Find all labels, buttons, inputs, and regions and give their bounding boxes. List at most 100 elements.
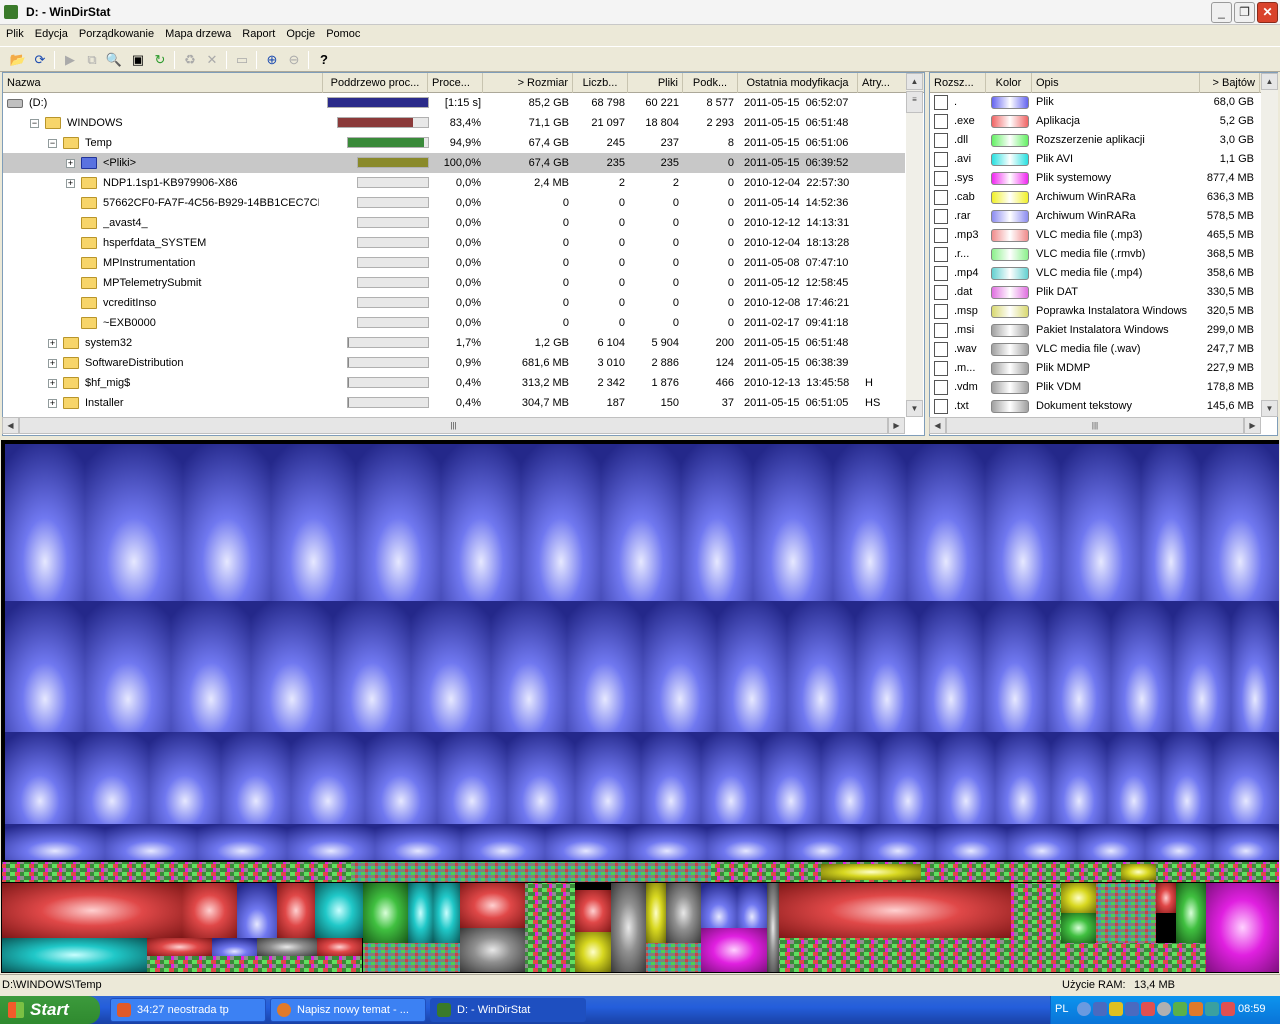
treemap-tile[interactable] bbox=[441, 444, 521, 601]
network-error-icon[interactable] bbox=[1141, 1002, 1155, 1016]
treemap[interactable] bbox=[1, 440, 1279, 973]
tree-row[interactable]: + $hf_mig$ 0,4% 313,2 MB 2 342 1 876 466 2010-1… bbox=[3, 373, 905, 393]
treemap-tile[interactable] bbox=[1107, 732, 1161, 824]
extension-row[interactable]: .wav VLC media file (.wav) 247,7 MB bbox=[930, 340, 1262, 359]
start-button[interactable]: Start bbox=[0, 996, 100, 1024]
treemap-msi-block-4[interactable] bbox=[666, 883, 701, 943]
refresh-all-icon[interactable]: ⟳ bbox=[30, 50, 50, 70]
treemap-tile[interactable] bbox=[1145, 824, 1213, 860]
treemap-tile[interactable] bbox=[833, 444, 907, 601]
treemap-tile[interactable] bbox=[1051, 732, 1107, 824]
col-subtree-header[interactable]: Poddrzewo proc... bbox=[323, 73, 428, 93]
explore-icon[interactable]: 🔍 bbox=[104, 50, 124, 70]
treemap-tile[interactable] bbox=[507, 732, 575, 824]
treemap-tile[interactable] bbox=[271, 444, 356, 601]
treemap-tile[interactable] bbox=[627, 824, 707, 860]
treemap-tile[interactable] bbox=[785, 824, 861, 860]
treemap-tile[interactable] bbox=[75, 732, 149, 824]
treemap-cab-block-1[interactable] bbox=[821, 864, 921, 880]
treemap-msi-block-3[interactable] bbox=[611, 883, 646, 972]
extension-row[interactable]: .msp Poprawka Instalatora Windows 320,5 MB bbox=[930, 302, 1262, 321]
treemap-mixed-6[interactable] bbox=[1011, 883, 1061, 943]
treemap-tile[interactable] bbox=[1111, 601, 1173, 732]
treemap-tile[interactable] bbox=[461, 824, 545, 860]
treemap-mixed-5[interactable] bbox=[779, 938, 1011, 972]
treemap-mixed-2[interactable] bbox=[363, 943, 460, 972]
treemap-tile[interactable] bbox=[5, 444, 85, 601]
extension-row[interactable]: .rar Archiwum WinRARa 578,5 MB bbox=[930, 207, 1262, 226]
treemap-tile[interactable] bbox=[291, 732, 365, 824]
col-subdirs-header[interactable]: Podk... bbox=[683, 73, 738, 93]
treemap-tile[interactable] bbox=[753, 444, 833, 601]
treemap-msi-block-5[interactable] bbox=[767, 883, 779, 972]
col-bytes-header[interactable]: > Bajtów bbox=[1200, 73, 1260, 93]
ext-vertical-scrollbar[interactable]: ▲ ▼ bbox=[1261, 73, 1278, 417]
extension-row[interactable]: .m... Plik MDMP 227,9 MB bbox=[930, 359, 1262, 378]
col-desc-header[interactable]: Opis bbox=[1032, 73, 1200, 93]
treemap-tile[interactable] bbox=[521, 444, 601, 601]
tree-horizontal-scrollbar[interactable]: ◀ ||| ▶ bbox=[2, 417, 905, 434]
treemap-tile[interactable] bbox=[1173, 601, 1231, 732]
volume-icon[interactable] bbox=[1157, 1002, 1171, 1016]
maximize-button[interactable]: ❐ bbox=[1234, 2, 1255, 23]
treemap-rar-block-2[interactable] bbox=[737, 883, 767, 928]
treemap-cab-block-4[interactable] bbox=[646, 883, 666, 943]
close-button[interactable]: ✕ bbox=[1257, 2, 1278, 23]
treemap-exe-block-4[interactable] bbox=[147, 938, 212, 956]
treemap-tile[interactable] bbox=[1141, 444, 1201, 601]
tree-row[interactable]: (D:) [1:15 s] 85,2 GB 68 798 60 221 8 577 2011… bbox=[3, 93, 905, 113]
col-name-header[interactable]: Nazwa bbox=[3, 73, 323, 93]
ext-scroll-down-icon[interactable]: ▼ bbox=[1261, 400, 1278, 417]
minimize-button[interactable]: _ bbox=[1211, 2, 1232, 23]
extension-row[interactable]: .r... VLC media file (.rmvb) 368,5 MB bbox=[930, 245, 1262, 264]
tree-row[interactable]: + <Pliki> 100,0% 67,4 GB 235 235 0 2011-05-15 0… bbox=[3, 153, 905, 173]
treemap-tile[interactable] bbox=[411, 601, 491, 732]
treemap-tile[interactable] bbox=[1231, 601, 1279, 732]
extension-row[interactable]: .txt Dokument tekstowy 145,6 MB bbox=[930, 397, 1262, 416]
shield-icon[interactable] bbox=[1109, 1002, 1123, 1016]
task-firefox[interactable]: Napisz nowy temat - ... bbox=[270, 998, 426, 1022]
treemap-tile[interactable] bbox=[787, 601, 855, 732]
treemap-mixed-8[interactable] bbox=[1011, 943, 1206, 972]
col-items-header[interactable]: Liczb... bbox=[573, 73, 628, 93]
tree-row[interactable]: − Temp 94,9% 67,4 GB 245 237 8 2011-05-15 06:51… bbox=[3, 133, 905, 153]
expand-icon[interactable]: + bbox=[48, 399, 57, 408]
treemap-cab-block-5[interactable] bbox=[1061, 883, 1096, 913]
treemap-exe-block-9[interactable] bbox=[1156, 883, 1176, 913]
treemap-tile[interactable] bbox=[197, 824, 287, 860]
treemap-mixed-1[interactable] bbox=[147, 956, 362, 972]
tree-row[interactable]: + NDP1.1sp1-KB979906-X86 0,0% 2,4 MB 2 2 0 2010… bbox=[3, 173, 905, 193]
zoom-out-icon[interactable]: ⊖ bbox=[284, 50, 304, 70]
treemap-dll-block-1[interactable] bbox=[363, 883, 408, 943]
tree-row[interactable]: 57662CF0-FA7F-4C56-B929-14BB1CEC7CF9-...… bbox=[3, 193, 905, 213]
ext-scroll-up-icon[interactable]: ▲ bbox=[1261, 73, 1278, 90]
treemap-tile[interactable] bbox=[171, 601, 251, 732]
treemap-tile[interactable] bbox=[1007, 824, 1077, 860]
tree-vertical-scrollbar[interactable]: ▲ ≡ ▼ bbox=[906, 73, 923, 417]
treemap-tile[interactable] bbox=[641, 732, 701, 824]
security-alert-icon[interactable] bbox=[1221, 1002, 1235, 1016]
treemap-exe-block-1[interactable] bbox=[2, 883, 182, 938]
new-folder-icon[interactable]: ▭ bbox=[232, 50, 252, 70]
treemap-tile[interactable] bbox=[701, 732, 761, 824]
treemap-tile[interactable] bbox=[5, 732, 75, 824]
extension-row[interactable]: .cab Archiwum WinRARa 636,3 MB bbox=[930, 188, 1262, 207]
treemap-msi-block-1[interactable] bbox=[257, 938, 317, 956]
treemap-tile[interactable] bbox=[575, 732, 641, 824]
treemap-temp-files-region[interactable] bbox=[5, 444, 1279, 860]
treemap-tile[interactable] bbox=[365, 732, 437, 824]
extension-row[interactable]: .sys Plik systemowy 877,4 MB bbox=[930, 169, 1262, 188]
ext-scroll-right-icon[interactable]: ▶ bbox=[1244, 417, 1261, 434]
treemap-tile[interactable] bbox=[85, 444, 183, 601]
tree-row[interactable]: − WINDOWS 83,4% 71,1 GB 21 097 18 804 2 293 201… bbox=[3, 113, 905, 133]
ext-scroll-hthumb[interactable]: ||| bbox=[946, 417, 1244, 434]
treemap-tile[interactable] bbox=[937, 732, 995, 824]
menu-edycja[interactable]: Edycja bbox=[29, 25, 68, 40]
treemap-tile[interactable] bbox=[717, 601, 787, 732]
treemap-tile[interactable] bbox=[1061, 444, 1141, 601]
treemap-dll-block-2[interactable] bbox=[1061, 913, 1096, 943]
treemap-sys-block-2[interactable] bbox=[1206, 883, 1279, 972]
tree-row[interactable]: MPTelemetrySubmit 0,0% 0 0 0 0 2011-05-12 12:5… bbox=[3, 273, 905, 293]
col-size-header[interactable]: > Rozmiar bbox=[483, 73, 573, 93]
open-folder-icon[interactable]: 📂 bbox=[8, 50, 28, 70]
